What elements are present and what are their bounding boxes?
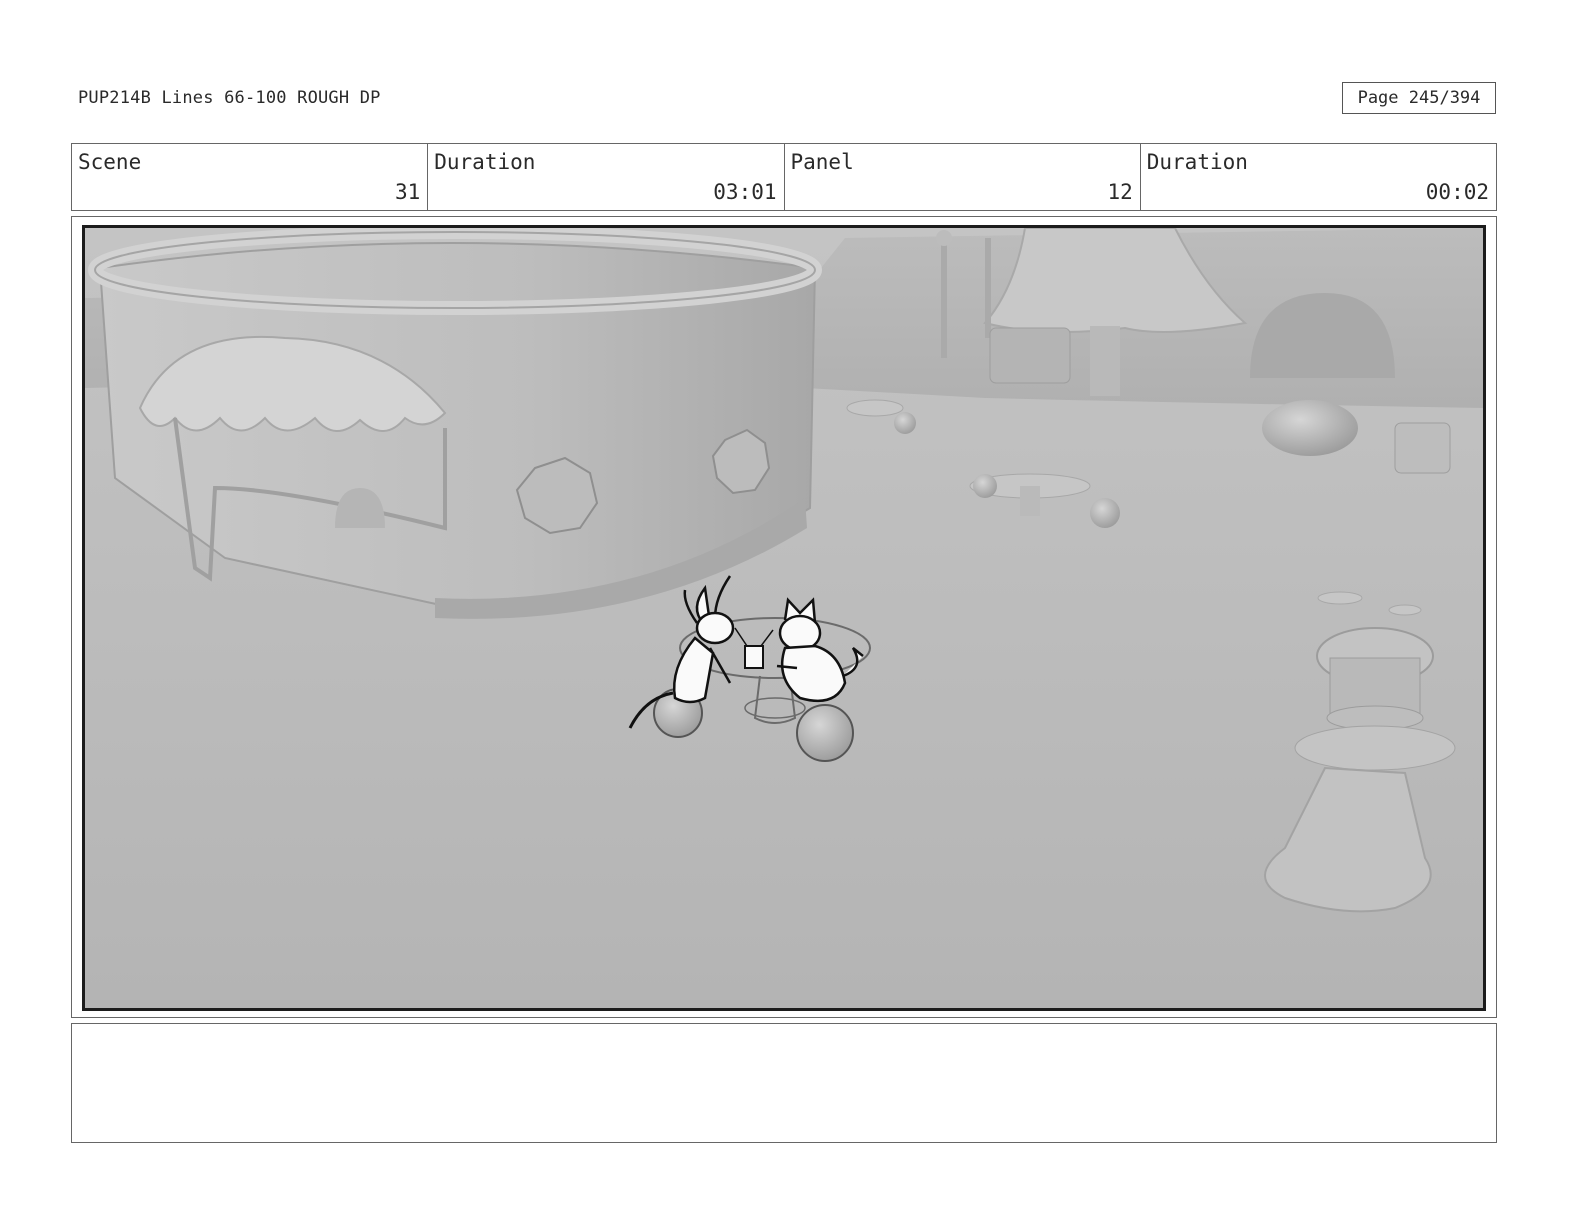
scene-cell: Scene 31 bbox=[72, 144, 429, 210]
rock bbox=[1262, 400, 1358, 456]
storyboard-panel bbox=[71, 216, 1497, 1018]
panel-duration-value: 00:02 bbox=[1425, 180, 1489, 204]
panel-notes bbox=[71, 1023, 1497, 1143]
panel-illustration bbox=[85, 228, 1483, 1008]
panel-value: 12 bbox=[1107, 180, 1133, 204]
panel-cell: Panel 12 bbox=[785, 144, 1141, 210]
scene-duration-label: Duration bbox=[434, 150, 536, 174]
panel-label: Panel bbox=[790, 150, 854, 174]
info-row: Scene 31 Duration 03:01 Panel 12 Duratio… bbox=[71, 143, 1497, 211]
panel-duration-label: Duration bbox=[1146, 150, 1248, 174]
scene-duration-value: 03:01 bbox=[713, 180, 777, 204]
document-title: PUP214B Lines 66-100 ROUGH DP bbox=[78, 88, 381, 108]
scene-value: 31 bbox=[394, 180, 421, 204]
tent-pole bbox=[1090, 326, 1120, 396]
scene-label: Scene bbox=[78, 150, 142, 174]
panel-image-frame bbox=[82, 225, 1486, 1011]
panel-duration-cell: Duration 00:02 bbox=[1141, 144, 1496, 210]
scene-duration-cell: Duration 03:01 bbox=[428, 144, 785, 210]
page-number: Page 245/394 bbox=[1342, 82, 1496, 114]
